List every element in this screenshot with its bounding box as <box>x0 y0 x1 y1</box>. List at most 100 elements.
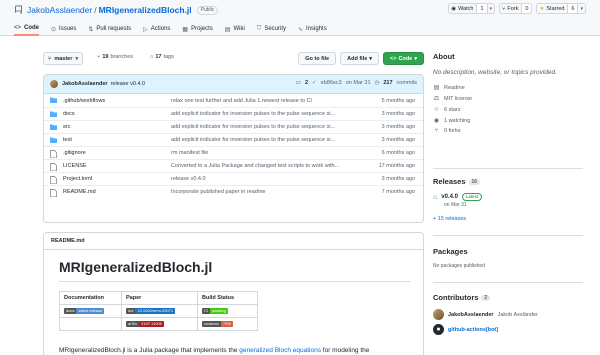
contributor-login[interactable]: JakobAsslaender <box>448 312 494 318</box>
commit-comments[interactable]: 2 <box>305 80 308 86</box>
forks-link[interactable]: ⑂ 0 forks <box>433 128 583 134</box>
file-name-link[interactable]: Project.toml <box>63 176 92 182</box>
file-name-link[interactable]: .github/workflows <box>63 98 105 104</box>
tab-projects[interactable]: ▦ Projects <box>182 25 212 36</box>
file-row[interactable]: Project.toml release v0.4.0 3 months ago <box>44 172 423 185</box>
table-cell: doi 10.1002/mrm.29071 <box>121 304 198 318</box>
star-button[interactable]: ★ Starred 6 ▾ <box>536 3 586 14</box>
badge-right: passing <box>210 307 228 314</box>
contributor-item[interactable]: ● github-actions[bot] <box>433 324 583 335</box>
packages-text: No packages published <box>433 263 485 269</box>
file-row[interactable]: test add explicit indicator for inversion… <box>44 133 423 146</box>
packages-heading[interactable]: Packages <box>433 247 583 256</box>
file-name-link[interactable]: .gitignore <box>63 150 86 156</box>
contributors-section: Contributors 2 JakobAsslaender Jakob Assl… <box>433 293 583 335</box>
contributors-heading[interactable]: Contributors 2 <box>433 293 583 302</box>
branches-link[interactable]: ⑂ 19 branches <box>97 54 133 60</box>
toolbar-buttons: Go to file Add file ▾ <> Code ▾ <box>298 52 424 65</box>
file-commit-message[interactable]: relax one test further and add Julia 1.n… <box>171 98 366 104</box>
contributors-count: 2 <box>481 294 491 301</box>
file-commit-message[interactable]: add explicit indicator for inversion pul… <box>171 111 366 117</box>
tags-link[interactable]: ⌂ 17 tags <box>150 54 174 60</box>
repo-icon <box>15 5 22 14</box>
file-icon <box>50 150 57 159</box>
tab-wiki[interactable]: ▤ Wiki <box>225 25 245 36</box>
tab-security[interactable]: ⛉ Security <box>257 25 286 36</box>
generalized-bloch-link[interactable]: generalized Bloch equations <box>239 347 321 354</box>
go-to-file-button[interactable]: Go to file <box>298 52 337 65</box>
badge-right: 10.1002/mrm.29071 <box>135 307 176 314</box>
latest-release[interactable]: ⌂ v0.4.0 Latest <box>433 193 583 201</box>
tab-label: Pull requests <box>96 26 132 32</box>
file-name-link[interactable]: docs <box>63 111 75 117</box>
file-commit-message[interactable]: Converted to a Julia Package and changed… <box>171 163 366 169</box>
fork-button[interactable]: ⑂ Fork 0 <box>499 3 533 14</box>
eye-icon: ◉ <box>433 118 440 124</box>
stars-link[interactable]: ☆ 6 stars <box>433 106 583 114</box>
avatar[interactable] <box>50 80 58 88</box>
file-commit-message[interactable]: rm manifest file <box>171 150 366 156</box>
file-row[interactable]: docs add explicit indicator for inversion… <box>44 107 423 120</box>
file-row[interactable]: .gitignore rm manifest file 6 months ago <box>44 146 423 159</box>
arxiv-badge[interactable]: arXiv 2107.11000 <box>126 320 164 327</box>
repo-name-link[interactable]: MRIgeneralizedBloch.jl <box>99 5 192 15</box>
chevron-down-icon: ▾ <box>414 55 417 62</box>
file-row[interactable]: README.md Incorporate published paper in … <box>44 185 423 198</box>
releases-heading[interactable]: Releases 16 <box>433 177 583 186</box>
para-text: for modeling the <box>320 347 370 354</box>
project-icon: ▦ <box>182 26 189 33</box>
tab-insights[interactable]: ∿ Insights <box>298 25 327 36</box>
commits-count[interactable]: 217 <box>383 80 392 86</box>
docs-badge[interactable]: docs latest release <box>64 307 105 314</box>
file-commit-message[interactable]: release v0.4.0 <box>171 176 366 182</box>
file-commit-message[interactable]: add explicit indicator for inversion pul… <box>171 137 366 143</box>
commits-label[interactable]: commits <box>397 80 417 86</box>
fork-icon: ⑂ <box>434 128 439 134</box>
folder-icon <box>50 111 57 118</box>
file-commit-date: 3 months ago <box>381 111 415 117</box>
chevron-down-icon[interactable]: ▾ <box>577 4 585 13</box>
github-logo-icon[interactable]: ● <box>433 324 444 335</box>
file-row[interactable]: .github/workflows relax one test further … <box>44 94 423 107</box>
commit-sha[interactable]: eb86ec3 <box>321 80 342 86</box>
file-row[interactable]: LICENSE Converted to a Julia Package and … <box>44 159 423 172</box>
readme-header: README.md <box>44 233 423 250</box>
tab-actions[interactable]: ▷ Actions <box>143 25 170 36</box>
tab-code[interactable]: <> Code <box>14 25 40 36</box>
commit-message-link[interactable]: release v0.4.0 <box>111 81 146 87</box>
file-name-link[interactable]: README.md <box>63 189 96 195</box>
contributor-item[interactable]: JakobAsslaender Jakob Assländer <box>433 309 583 320</box>
repo-tabs: <> Code ⊙ Issues ⇅ Pull requests ▷ Actions ▦… <box>14 25 327 36</box>
comment-icon: ▭ <box>295 80 301 86</box>
file-row[interactable]: src add explicit indicator for inversion … <box>44 120 423 133</box>
tab-pull-requests[interactable]: ⇅ Pull requests <box>88 25 131 36</box>
chevron-down-icon[interactable]: ▾ <box>486 4 495 13</box>
tab-issues[interactable]: ⊙ Issues <box>51 25 76 36</box>
file-commit-message[interactable]: Incorporate published paper in readme <box>171 189 366 195</box>
code-button[interactable]: <> Code ▾ <box>383 52 424 65</box>
file-name-link[interactable]: src <box>63 124 70 130</box>
tab-label: Projects <box>191 26 213 32</box>
file-toolbar: ⑂ master ▾ ⑂ 19 branches ⌂ 17 tags Go to… <box>43 52 424 65</box>
check-icon: ✓ <box>312 80 317 86</box>
file-name-link[interactable]: test <box>63 137 72 143</box>
watchers-link[interactable]: ◉ 1 watching <box>433 117 583 125</box>
file-name-link[interactable]: LICENSE <box>63 163 87 169</box>
add-file-button[interactable]: Add file ▾ <box>340 52 380 65</box>
license-link[interactable]: ⚖ MIT license <box>433 95 583 103</box>
star-label: Starred <box>546 5 565 12</box>
doi-badge[interactable]: doi 10.1002/mrm.29071 <box>126 307 176 314</box>
tags-label: tags <box>163 54 174 60</box>
watch-button[interactable]: ◉ Watch 1 ▾ <box>448 3 496 14</box>
ci-badge[interactable]: CI passing <box>202 307 228 314</box>
codecov-badge[interactable]: codecov 74% <box>202 320 233 327</box>
commit-author-link[interactable]: JakobAsslaender <box>62 81 108 87</box>
more-releases-link[interactable]: + 15 releases <box>433 216 583 222</box>
branch-selector[interactable]: ⑂ master ▾ <box>43 52 84 65</box>
readme-link[interactable]: ▤ Readme <box>433 84 583 92</box>
contributor-login[interactable]: github-actions[bot] <box>448 327 498 333</box>
repo-owner-link[interactable]: JakobAsslaender <box>27 5 92 15</box>
file-commit-message[interactable]: add explicit indicator for inversion pul… <box>171 124 366 130</box>
avatar[interactable] <box>433 309 444 320</box>
badge-left: codecov <box>202 320 221 327</box>
